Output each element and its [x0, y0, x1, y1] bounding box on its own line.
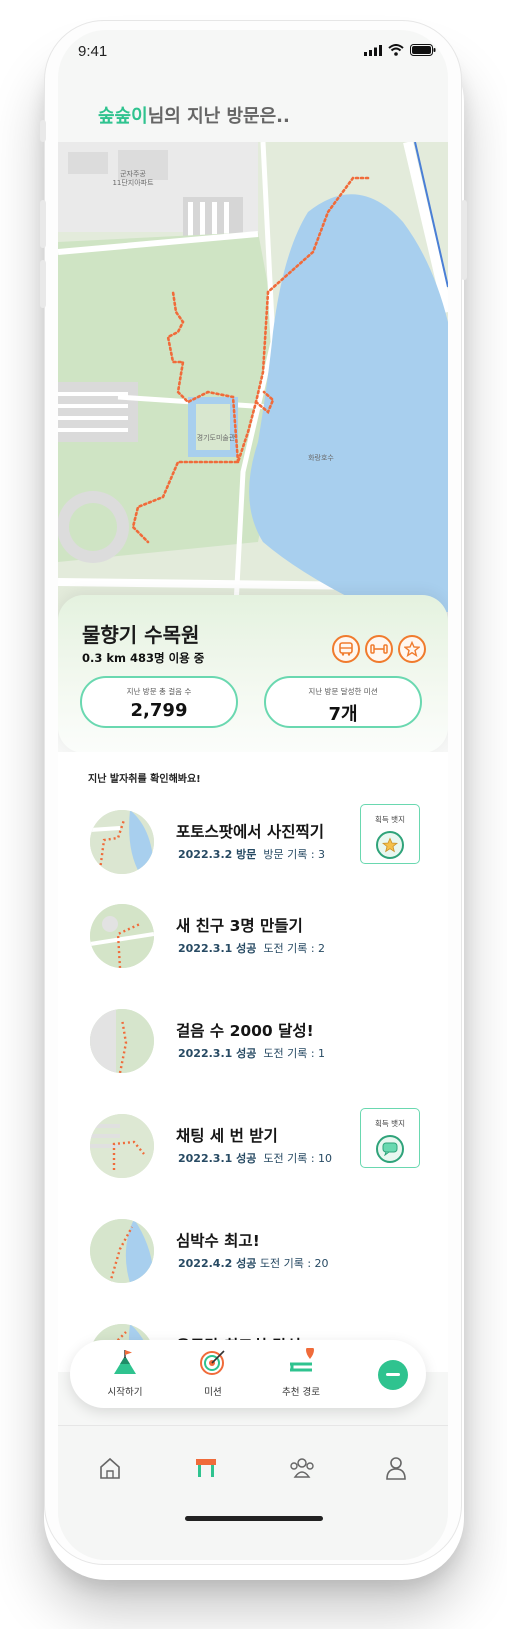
- park-gate-icon: [196, 1459, 216, 1477]
- item-date: 2022.4.2 성공: [178, 1257, 257, 1270]
- award-label: 획득 뱃지: [375, 815, 405, 824]
- tab-home[interactable]: [90, 1448, 130, 1488]
- star-icon: [376, 831, 404, 859]
- minus-icon: [386, 1373, 400, 1376]
- item-subtitle: 2022.3.1 성공 도전 기록 : 1: [178, 1045, 325, 1061]
- item-subtitle: 2022.3.1 성공 도전 기록 : 10: [178, 1150, 332, 1166]
- park-meta: 0.3 km 483명 이용 중: [82, 651, 205, 665]
- route-thumbnail: [90, 904, 154, 968]
- map-label-apartment: 군자주공 11단지아파트: [112, 170, 154, 187]
- greeting-suffix: 님의 지난 방문은..: [147, 106, 290, 127]
- item-subtitle: 2022.4.2 성공 도전 기록 : 20: [178, 1255, 329, 1271]
- map-label-lake: 화랑호수: [308, 454, 334, 462]
- item-title: 채팅 세 번 받기: [176, 1127, 278, 1145]
- signal-icon: [364, 44, 382, 56]
- user-name: 숲숲이: [98, 106, 148, 127]
- profile-icon: [386, 1457, 406, 1480]
- item-date: 2022.3.2 방문: [178, 848, 257, 861]
- tab-bar: [58, 1425, 448, 1560]
- screen: 9:41 숲숲이님의 지난 방문은.. 군자주공 11단지아파트 경기도미술관 …: [58, 30, 448, 1560]
- item-title: 걸음 수 2000 달성!: [176, 1022, 314, 1040]
- side-button: [40, 120, 46, 142]
- wifi-icon: [388, 44, 404, 56]
- item-subtitle: 2022.3.1 성공 도전 기록 : 2: [178, 940, 325, 956]
- stat-label: 지난 방문 달성한 미션: [308, 687, 378, 696]
- item-title: 포토스팟에서 사진찍기: [176, 823, 324, 841]
- status-icons: [364, 44, 436, 56]
- home-icon: [100, 1457, 120, 1479]
- tab-community[interactable]: [282, 1448, 322, 1488]
- item-record: 방문 기록 : 3: [263, 848, 326, 861]
- park-name: 물향기 수목원: [82, 623, 200, 647]
- item-record: 도전 기록 : 10: [263, 1152, 333, 1165]
- route-thumbnail: [90, 1009, 154, 1073]
- route-thumbnail: [90, 1219, 154, 1283]
- side-button: [40, 260, 46, 308]
- recommended-route-button[interactable]: 추천 경로: [266, 1346, 336, 1398]
- community-icon: [290, 1458, 314, 1478]
- map-drawing: [58, 142, 448, 662]
- battery-icon: [410, 44, 436, 56]
- item-date: 2022.3.1 성공: [178, 942, 257, 955]
- park-map[interactable]: 군자주공 11단지아파트 경기도미술관 화랑호수: [58, 142, 448, 662]
- action-bar: 시작하기 미션 추천 경로: [70, 1340, 426, 1408]
- item-record: 도전 기록 : 1: [263, 1047, 326, 1060]
- action-label: 추천 경로: [282, 1387, 320, 1398]
- item-date: 2022.3.1 성공: [178, 1047, 257, 1060]
- list-item[interactable]: 채팅 세 번 받기 2022.3.1 성공 도전 기록 : 10 획득 뱃지: [58, 1108, 448, 1204]
- item-record: 도전 기록 : 2: [263, 942, 326, 955]
- chat-icon: [376, 1135, 404, 1163]
- tab-park[interactable]: [186, 1448, 226, 1488]
- star-icon[interactable]: [398, 635, 426, 663]
- list-item[interactable]: 걸음 수 2000 달성! 2022.3.1 성공 도전 기록 : 1: [58, 1009, 448, 1099]
- side-button: [40, 200, 46, 248]
- list-title: 지난 발자취를 확인해봐요!: [88, 774, 201, 785]
- home-indicator: [185, 1516, 323, 1521]
- list-item[interactable]: 포토스팟에서 사진찍기 2022.3.2 방문 방문 기록 : 3 획득 뱃지: [58, 804, 448, 900]
- award-label: 획득 뱃지: [375, 1119, 405, 1128]
- stat-total-steps: 지난 방문 총 걸음 수 2,799: [80, 676, 238, 728]
- item-title: 심박수 최고!: [176, 1232, 260, 1250]
- flag-mountain-icon: [114, 1350, 136, 1374]
- map-label-museum: 경기도미술관: [196, 434, 236, 442]
- status-bar: 9:41: [58, 30, 448, 74]
- list-item[interactable]: 심박수 최고! 2022.4.2 성공 도전 기록 : 20: [58, 1219, 448, 1309]
- route-thumbnail: [90, 810, 154, 874]
- park-feature-badges: [332, 635, 426, 663]
- mission-button[interactable]: 미션: [178, 1348, 248, 1398]
- status-time: 9:41: [78, 43, 108, 60]
- stat-label: 지난 방문 총 걸음 수: [126, 687, 192, 696]
- action-label: 미션: [204, 1387, 222, 1398]
- item-record: 도전 기록 : 20: [259, 1257, 329, 1270]
- tab-profile[interactable]: [376, 1448, 416, 1488]
- bus-icon[interactable]: [332, 635, 360, 663]
- greeting-title: 숲숲이님의 지난 방문은..: [98, 102, 290, 128]
- route-thumbnail: [90, 1114, 154, 1178]
- list-item[interactable]: 새 친구 3명 만들기 2022.3.1 성공 도전 기록 : 2: [58, 904, 448, 994]
- stat-value: 7개: [328, 704, 358, 725]
- stat-value: 2,799: [130, 700, 188, 721]
- route-icon: [290, 1346, 314, 1372]
- item-subtitle: 2022.3.2 방문 방문 기록 : 3: [178, 846, 325, 862]
- stat-missions: 지난 방문 달성한 미션 7개: [264, 676, 422, 728]
- start-button[interactable]: 시작하기: [90, 1348, 160, 1398]
- item-date: 2022.3.1 성공: [178, 1152, 257, 1165]
- award-badge[interactable]: 획득 뱃지: [360, 804, 420, 864]
- target-icon: [200, 1350, 225, 1375]
- side-button: [461, 200, 467, 280]
- collapse-button[interactable]: [378, 1360, 408, 1390]
- footsteps-list[interactable]: 지난 발자취를 확인해봐요! 포토스팟에서 사진찍기 2022.3.2 방문 방…: [58, 752, 448, 1372]
- action-label: 시작하기: [107, 1387, 143, 1398]
- dumbbell-icon[interactable]: [365, 635, 393, 663]
- award-badge[interactable]: 획득 뱃지: [360, 1108, 420, 1168]
- park-info-card: 물향기 수목원 0.3 km 483명 이용 중 지난 방문 총 걸음 수 2,…: [58, 595, 448, 753]
- item-title: 새 친구 3명 만들기: [176, 917, 303, 935]
